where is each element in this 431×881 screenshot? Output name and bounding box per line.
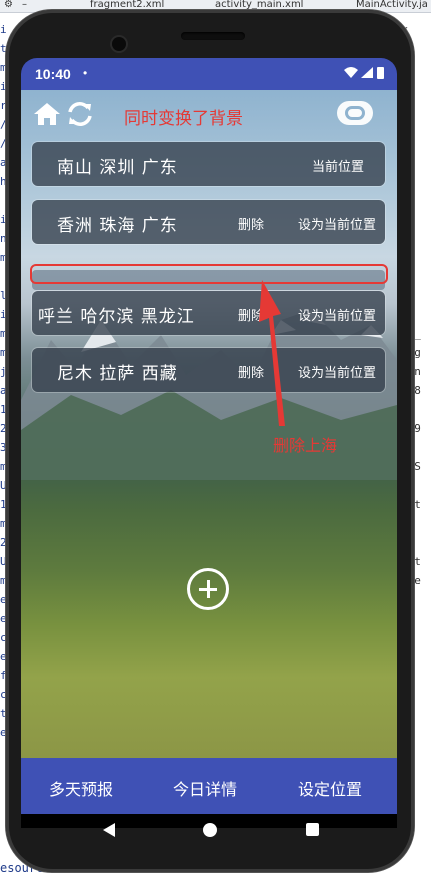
back-icon[interactable] xyxy=(102,822,116,838)
city-name: 呼兰 哈尔滨 黑龙江 xyxy=(38,307,195,327)
set-current-button[interactable]: 设为当前位置 xyxy=(298,362,376,381)
ide-tab-fragment2[interactable]: fragment2.xml xyxy=(90,0,164,10)
minus-icon[interactable]: – xyxy=(22,0,27,10)
signal-icon xyxy=(361,67,373,78)
city-name: 尼木 拉萨 西藏 xyxy=(57,364,178,384)
ide-tab-activity-main[interactable]: activity_main.xml xyxy=(215,0,303,10)
app-header: 同时变换了背景 xyxy=(21,90,397,138)
nav-set-location[interactable]: 设定位置 xyxy=(298,776,362,800)
phone-frame: 10:40 • 同时变换了背景 南山 深圳 广东 当前位置 香洲 珠海 广东 删… xyxy=(6,10,414,872)
wifi-icon xyxy=(344,67,358,78)
system-home-icon[interactable] xyxy=(203,823,217,837)
nav-today-detail[interactable]: 今日详情 xyxy=(173,776,237,800)
system-nav-bar xyxy=(27,814,393,848)
city-name: 香洲 珠海 广东 xyxy=(57,216,178,236)
notification-dot: • xyxy=(83,66,88,80)
ide-tab-mainactivity[interactable]: MainActivity.ja xyxy=(356,0,428,10)
current-location-label: 当前位置 xyxy=(312,160,365,175)
set-current-button[interactable]: 设为当前位置 xyxy=(298,214,376,233)
home-icon[interactable] xyxy=(33,102,61,126)
status-icons xyxy=(343,66,387,85)
phone-camera xyxy=(112,37,126,51)
battery-icon xyxy=(377,67,384,79)
city-card[interactable]: 香洲 珠海 广东 删除 设为当前位置 xyxy=(32,200,385,244)
bottom-nav: 多天预报 今日详情 设定位置 xyxy=(21,758,397,814)
annotation-note: 删除上海 xyxy=(273,436,338,455)
annotation-arrow-icon xyxy=(259,280,285,426)
status-time: 10:40 xyxy=(35,66,71,82)
app-screen: 10:40 • 同时变换了背景 南山 深圳 广东 当前位置 香洲 珠海 广东 删… xyxy=(21,58,397,828)
phone-speaker xyxy=(181,32,245,40)
recents-icon[interactable] xyxy=(306,823,319,836)
refresh-icon[interactable] xyxy=(66,100,94,128)
delete-button[interactable]: 删除 xyxy=(238,214,264,233)
background-toggle[interactable] xyxy=(337,101,373,125)
city-card[interactable]: 呼兰 哈尔滨 黑龙江 删除 设为当前位置 xyxy=(32,291,385,335)
add-city-button[interactable] xyxy=(187,568,229,610)
background-change-note: 同时变换了背景 xyxy=(124,109,243,129)
background-landscape xyxy=(21,90,397,758)
nav-forecast[interactable]: 多天预报 xyxy=(49,776,113,800)
deleted-highlight-box xyxy=(30,264,388,284)
city-card[interactable]: 尼木 拉萨 西藏 删除 设为当前位置 xyxy=(32,348,385,392)
city-card-current[interactable]: 南山 深圳 广东 当前位置 xyxy=(32,142,385,186)
set-current-button[interactable]: 设为当前位置 xyxy=(298,305,376,324)
status-bar: 10:40 • xyxy=(21,58,397,90)
city-name: 南山 深圳 广东 xyxy=(57,158,178,178)
gear-icon[interactable]: ⚙ xyxy=(4,0,13,10)
